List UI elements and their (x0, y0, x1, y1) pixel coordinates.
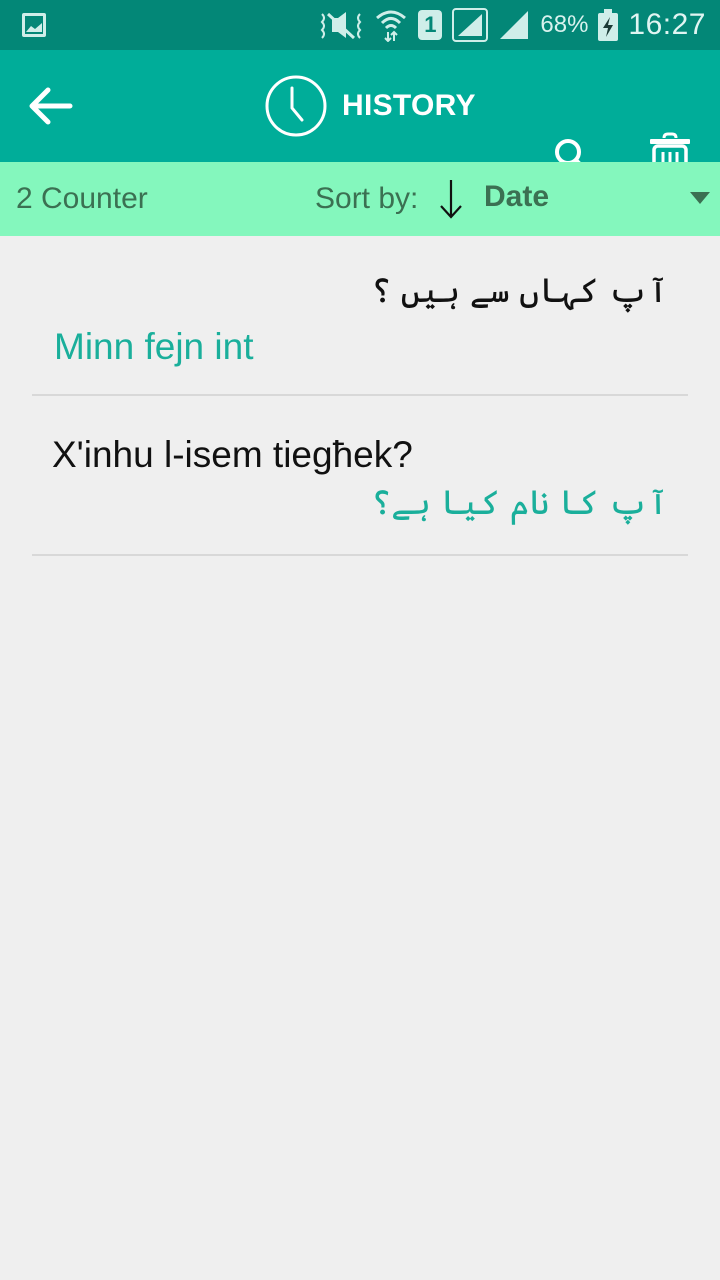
status-bar: 1 68% 16:27 (0, 0, 720, 50)
sort-value[interactable]: Date (484, 180, 549, 214)
history-translation-text: Minn fejn int (54, 326, 254, 367)
history-source-text: آپ کہاں سے ہیں ؟ (371, 272, 668, 310)
arrow-back-icon[interactable] (26, 86, 74, 126)
battery-percent: 68% (540, 11, 589, 38)
history-counter: 2 Counter (16, 182, 148, 215)
app-bar: HISTORY (0, 50, 720, 182)
history-list: آپ کہاں سے ہیں ؟ Minn fejn int X'inhu l-… (32, 236, 688, 556)
sort-direction-arrow-down-icon[interactable] (438, 178, 464, 220)
signal-icon (452, 8, 489, 42)
clock-icon (265, 75, 327, 137)
clock-time: 16:27 (628, 8, 706, 41)
history-item[interactable]: آپ کہاں سے ہیں ؟ Minn fejn int (32, 236, 688, 396)
history-source-text: X'inhu l-isem tiegħek? (52, 434, 413, 475)
wifi-icon (376, 10, 407, 42)
history-item[interactable]: X'inhu l-isem tiegħek? آپ کا نام کیا ہے؟ (32, 396, 688, 556)
page-title: HISTORY (342, 89, 476, 122)
sim-slot-label: 1 (424, 12, 437, 37)
sort-bar: 2 Counter Sort by: Date (0, 162, 720, 236)
signal-icon-2 (500, 11, 529, 39)
battery-charging-icon (598, 9, 619, 41)
chevron-down-icon[interactable] (690, 192, 710, 204)
vibrate-mute-icon (320, 12, 362, 40)
sim-icon: 1 (418, 10, 443, 40)
sort-label: Sort by: (315, 182, 419, 215)
gallery-icon (22, 13, 46, 37)
page-title-wrap: HISTORY (264, 74, 476, 138)
history-translation-text: آپ کا نام کیا ہے؟ (371, 484, 668, 522)
